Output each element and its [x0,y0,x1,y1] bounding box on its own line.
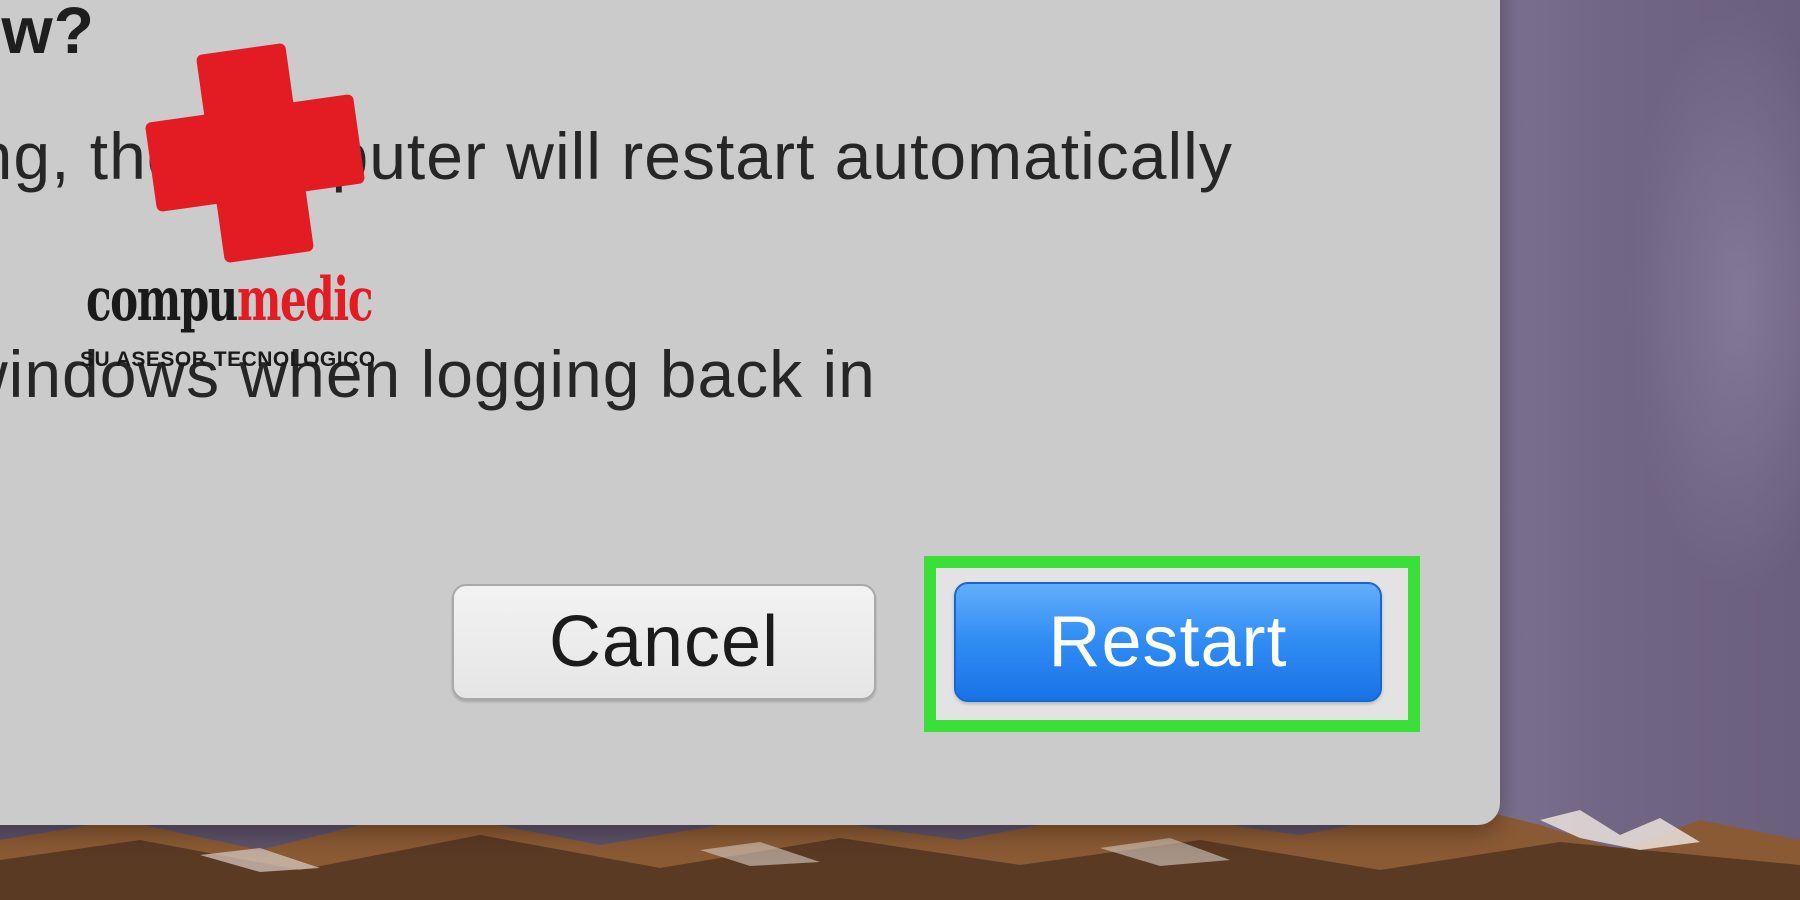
desktop: ow? ing, the computer will restart autom… [0,0,1800,900]
logo-tagline: SU ASESOR TECNOLOGICO [80,348,376,371]
logo-wordmark-part1: compu [86,265,238,335]
desktop-wallpaper [1480,0,1800,900]
restart-button[interactable]: Restart [954,582,1382,702]
logo-wordmark-part2: medic [236,265,373,335]
cancel-button[interactable]: Cancel [452,584,876,700]
medical-cross-icon [145,43,365,263]
logo-wordmark: compumedic [86,260,373,340]
compumedic-logo: compumedic SU ASESOR TECNOLOGICO [80,38,440,388]
